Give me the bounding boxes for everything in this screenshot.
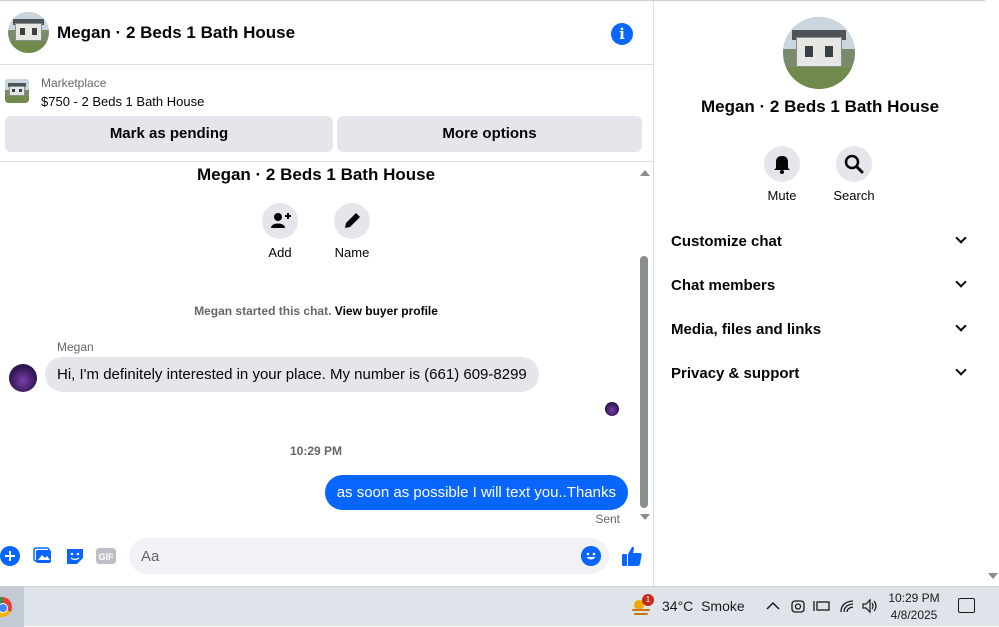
read-receipt-avatar: [605, 402, 619, 416]
battery-icon[interactable]: [813, 599, 831, 613]
camera-icon[interactable]: [791, 598, 805, 614]
thread-scrollbar[interactable]: [638, 163, 652, 529]
section-label: Chat members: [671, 277, 776, 294]
search-button[interactable]: Search: [824, 146, 884, 203]
add-label: Add: [268, 245, 292, 260]
listing-thumbnail[interactable]: [5, 79, 29, 103]
details-avatar[interactable]: [783, 17, 855, 89]
page-scroll-down-arrow[interactable]: [988, 573, 998, 579]
chat-members-row[interactable]: Chat members: [671, 265, 971, 309]
more-options-button[interactable]: More options: [337, 116, 642, 152]
customize-chat-row[interactable]: Customize chat: [671, 221, 971, 265]
like-icon[interactable]: [621, 545, 643, 567]
chevron-down-icon: [955, 320, 967, 332]
chevron-up-icon[interactable]: [766, 601, 780, 611]
mark-as-pending-button[interactable]: Mark as pending: [5, 116, 333, 152]
bell-icon: [774, 156, 790, 174]
chevron-down-icon: [955, 276, 967, 288]
section-label: Privacy & support: [671, 365, 800, 382]
weather-text[interactable]: 34°C Smoke: [662, 598, 745, 614]
messenger-app: Megan · 2 Beds 1 Bath House i Marketplac…: [0, 0, 999, 586]
outgoing-message[interactable]: as soon as possible I will text you..Tha…: [324, 475, 628, 510]
scroll-thumb[interactable]: [640, 256, 648, 508]
emoji-icon[interactable]: [581, 546, 601, 566]
name-button[interactable]: [334, 203, 370, 239]
svg-text:GIF: GIF: [99, 552, 115, 562]
chevron-down-icon: [955, 364, 967, 376]
weather-badge: 1: [642, 594, 654, 606]
chat-started-notice: Megan started this chat. View buyer prof…: [0, 304, 632, 318]
message-thread: Megan · 2 Beds 1 Bath House Add Name Meg…: [0, 163, 638, 529]
chat-title[interactable]: Megan · 2 Beds 1 Bath House: [57, 23, 295, 43]
photo-icon[interactable]: [33, 546, 53, 566]
taskbar-browser-app[interactable]: [0, 587, 24, 627]
message-input-box[interactable]: [129, 538, 609, 574]
mute-button[interactable]: Mute: [752, 146, 812, 203]
chat-pane: Megan · 2 Beds 1 Bath House i Marketplac…: [0, 1, 654, 586]
temperature: 34°C: [662, 598, 694, 614]
add-button[interactable]: [262, 203, 298, 239]
clock-date: 4/8/2025: [890, 608, 938, 622]
wifi-icon[interactable]: [839, 598, 855, 614]
system-clock[interactable]: 10:29 PM 4/8/2025: [884, 590, 944, 624]
details-title: Megan · 2 Beds 1 Bath House: [700, 97, 940, 116]
thread-title: Megan · 2 Beds 1 Bath House: [196, 165, 436, 184]
windows-taskbar: 1 34°C Smoke 10:29 PM 4/8/2025: [0, 586, 999, 627]
notification-icon[interactable]: [958, 598, 975, 613]
sender-name: Megan: [57, 340, 94, 354]
sender-avatar[interactable]: [9, 364, 37, 392]
chat-details-pane: Megan · 2 Beds 1 Bath House Mute Search …: [655, 1, 985, 586]
marketplace-listing: Marketplace $750 - 2 Beds 1 Bath House M…: [0, 66, 654, 162]
section-label: Media, files and links: [671, 321, 822, 338]
search-icon: [844, 154, 864, 174]
plus-icon[interactable]: [0, 546, 20, 566]
started-text: Megan started this chat.: [194, 304, 332, 318]
section-label: Customize chat: [671, 233, 782, 250]
browser-icon: [0, 597, 12, 617]
privacy-support-row[interactable]: Privacy & support: [671, 353, 971, 397]
message-composer: GIF: [0, 537, 654, 577]
media-files-links-row[interactable]: Media, files and links: [671, 309, 971, 353]
listing-label: Marketplace: [41, 76, 107, 90]
sticker-icon[interactable]: [65, 546, 85, 566]
chat-avatar[interactable]: [8, 12, 49, 53]
sent-status: Sent: [595, 512, 620, 526]
clock-time: 10:29 PM: [888, 591, 940, 605]
scroll-up-arrow[interactable]: [640, 170, 650, 176]
info-icon[interactable]: i: [611, 23, 633, 45]
volume-icon[interactable]: [861, 598, 879, 614]
message-input[interactable]: [141, 538, 571, 574]
incoming-message[interactable]: Hi, I'm definitely interested in your pl…: [45, 357, 539, 392]
chevron-down-icon: [955, 232, 967, 244]
pencil-icon: [345, 213, 360, 228]
listing-price-title[interactable]: $750 - 2 Beds 1 Bath House: [41, 94, 204, 109]
mute-label: Mute: [767, 188, 797, 203]
name-label: Name: [334, 245, 370, 260]
chat-header: Megan · 2 Beds 1 Bath House i: [0, 1, 654, 65]
add-person-icon: [271, 213, 291, 228]
scroll-down-arrow[interactable]: [640, 514, 650, 520]
weather-condition: Smoke: [701, 598, 745, 614]
gif-icon[interactable]: GIF: [96, 546, 116, 566]
message-timestamp: 10:29 PM: [289, 444, 343, 458]
search-label: Search: [833, 188, 875, 203]
view-buyer-profile-link[interactable]: View buyer profile: [335, 304, 438, 318]
